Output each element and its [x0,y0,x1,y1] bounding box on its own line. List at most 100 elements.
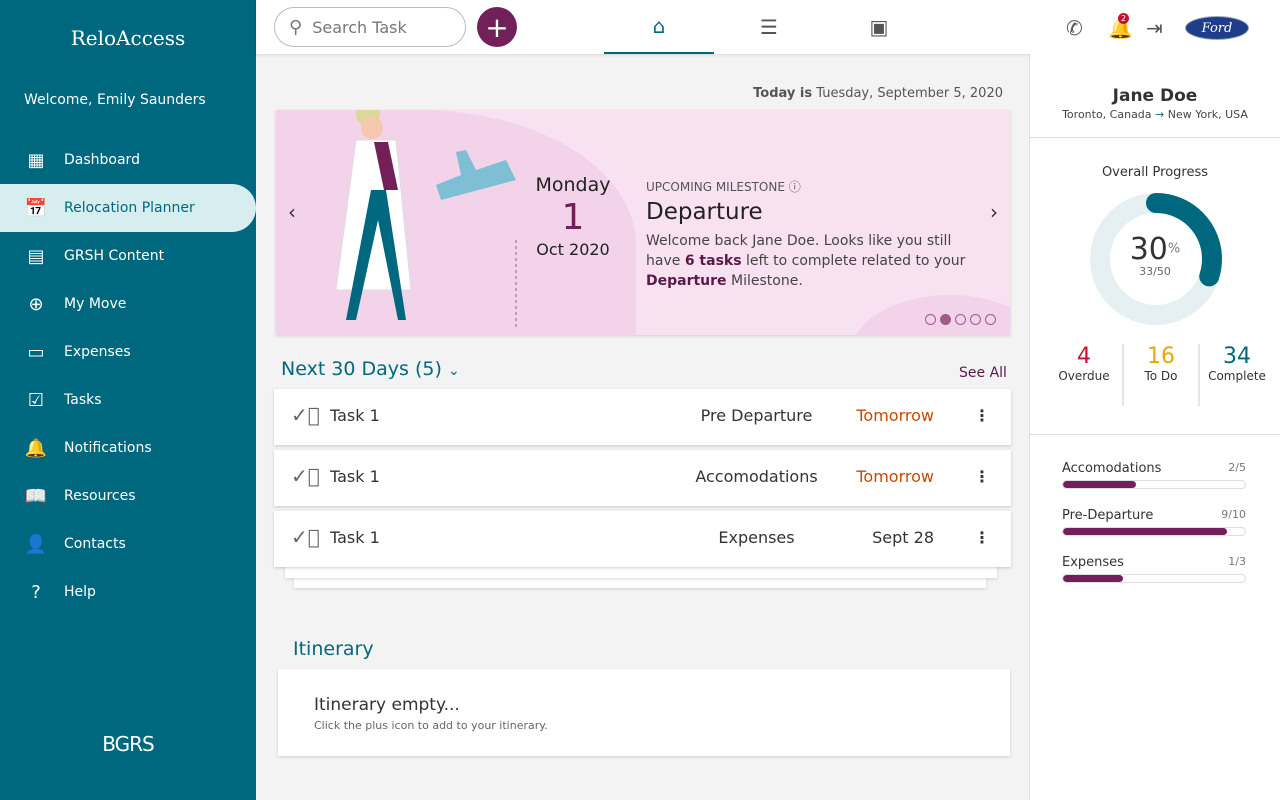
itinerary-card: Itinerary empty... Click the plus icon t… [278,669,1010,756]
clipboard-check-icon: ☑ [27,389,45,411]
today-date: Today is Tuesday, September 5, 2020 [700,86,1003,101]
notification-badge: 2 [1118,13,1129,24]
search-placeholder: Search Task [312,17,407,37]
progress-value: 30% [1030,232,1280,267]
carousel-dot[interactable] [985,314,996,325]
category-name: Expenses [1062,555,1124,570]
phone-icon[interactable]: ✆ [1066,16,1083,40]
sidebar: ReloAccess Welcome, Emily Saunders ▦ Dash… [0,0,256,800]
sidebar-item-my-move[interactable]: ⊕ My Move [0,280,256,328]
sidebar-item-label: Dashboard [64,152,140,168]
check-circle-icon[interactable]: ✓⃝ [291,464,320,488]
welcome-text: Welcome, Emily Saunders [24,92,206,108]
profile-panel: Jane Doe Toronto, Canada → New York, USA… [1029,54,1280,800]
sidebar-item-help[interactable]: ? Help [0,568,256,616]
sidebar-item-tasks[interactable]: ☑ Tasks [0,376,256,424]
task-due: Tomorrow [856,406,934,425]
add-button[interactable]: + [477,7,517,47]
itinerary-empty-title: Itinerary empty... [314,695,460,715]
home-icon: ⌂ [652,14,666,38]
info-icon[interactable]: ⓘ [789,180,801,194]
carousel-dots [925,314,996,325]
sidebar-item-contacts[interactable]: 👤 Contacts [0,520,256,568]
prev-arrow[interactable]: ‹ [288,200,296,224]
category-bar-fill [1063,481,1136,488]
search-input[interactable]: ⚲ Search Task [274,7,466,47]
stat-label: To Do [1144,369,1178,383]
sidebar-item-dashboard[interactable]: ▦ Dashboard [0,136,256,184]
tab-home[interactable]: ⌂ [604,0,714,54]
sidebar-item-label: My Move [64,296,127,312]
milestone-date: Monday 1 Oct 2020 [526,174,620,259]
milestone-info: UPCOMING MILESTONE ⓘ Departure Welcome b… [646,178,966,291]
milestone-carousel: ‹ › Monday 1 Oct 2020 UPCOMING MILESTONE… [276,110,1010,335]
task-name: Task 1 [330,467,380,486]
sidebar-item-label: Tasks [64,392,102,408]
carousel-dot[interactable] [940,314,951,325]
task-row[interactable]: ✓⃝ Task 1 Accomodations Tomorrow ⋮ [274,450,1011,506]
carousel-dot[interactable] [970,314,981,325]
today-label: Today is [753,86,813,101]
category-bar [1062,574,1246,583]
carousel-dot[interactable] [925,314,936,325]
stat-label: Complete [1208,369,1266,383]
category-count: 9/10 [1221,508,1246,521]
sidebar-item-resources[interactable]: 📖 Resources [0,472,256,520]
category-bar-fill [1063,528,1227,535]
logout-icon[interactable]: ⇥ [1146,16,1163,40]
chevron-down-icon: ⌄ [447,363,460,379]
app-logo: ReloAccess [70,26,186,50]
dashboard-icon: ▦ [27,149,45,171]
task-count: 6 tasks [684,253,742,269]
itinerary-title: Itinerary [293,638,374,660]
task-category: Pre Departure [700,406,813,425]
sidebar-item-grsh-content[interactable]: ▤ GRSH Content [0,232,256,280]
more-vert-icon[interactable]: ⋮ [974,406,990,425]
search-icon: ⚲ [289,16,303,38]
next-30-days-dropdown[interactable]: Next 30 Days (5) ⌄ [281,358,460,380]
milestone-label: UPCOMING MILESTONE [646,180,785,194]
to: New York, USA [1167,108,1248,121]
contact-icon: 👤 [24,533,48,555]
sidebar-item-label: Resources [64,488,136,504]
more-vert-icon[interactable]: ⋮ [974,528,990,547]
progress-fraction: 33/50 [1139,265,1171,278]
route: Toronto, Canada → New York, USA [1030,108,1280,121]
list-icon: ☰ [760,15,778,39]
see-all-link[interactable]: See All [959,365,1007,381]
next-arrow[interactable]: › [990,200,998,224]
category-bar-fill [1063,575,1124,582]
progress-title: Overall Progress [1101,165,1209,180]
carousel-dot[interactable] [955,314,966,325]
sidebar-item-relocation-planner[interactable]: 📅 Relocation Planner [0,184,256,232]
from: Toronto, Canada [1062,108,1152,121]
bell-icon[interactable]: 🔔 2 [1108,13,1133,40]
divider [7,71,203,72]
more-vert-icon[interactable]: ⋮ [974,467,990,486]
milestone-title: Departure [646,199,763,225]
task-row[interactable]: ✓⃝ Task 1 Expenses Sept 28 ⋮ [274,511,1011,567]
task-name: Task 1 [330,406,380,425]
task-category: Expenses [718,528,795,547]
milestone-text: Welcome back Jane Doe. Looks like you st… [646,231,966,291]
sidebar-item-label: Relocation Planner [64,200,195,216]
tab-calendar[interactable]: ▣ [824,0,934,54]
calendar-plane-icon: 📅 [24,197,48,219]
check-circle-icon[interactable]: ✓⃝ [291,525,320,549]
top-bar: ⚲ Search Task + ⌂ ☰ ▣ ✆ 🔔 2 ⇥ Ford [256,0,1280,54]
task-row[interactable]: ✓⃝ Task 1 Pre Departure Tomorrow ⋮ [274,389,1011,445]
globe-icon: ⊕ [28,293,44,315]
divider [1030,434,1280,435]
tab-list[interactable]: ☰ [714,0,824,54]
month-year: Oct 2020 [536,240,610,259]
credit-card-icon: ▭ [27,341,45,363]
category-progress: Expenses 1/3 [1062,555,1246,583]
traveler-illustration [335,110,517,330]
check-circle-icon[interactable]: ✓⃝ [291,403,320,427]
task-category: Accomodations [695,467,818,486]
sidebar-item-notifications[interactable]: 🔔 Notifications [0,424,256,472]
sidebar-item-expenses[interactable]: ▭ Expenses [0,328,256,376]
sidebar-item-label: Help [64,584,96,600]
t2: left to complete related to your [746,253,966,269]
arrow-right-icon: → [1155,108,1165,121]
